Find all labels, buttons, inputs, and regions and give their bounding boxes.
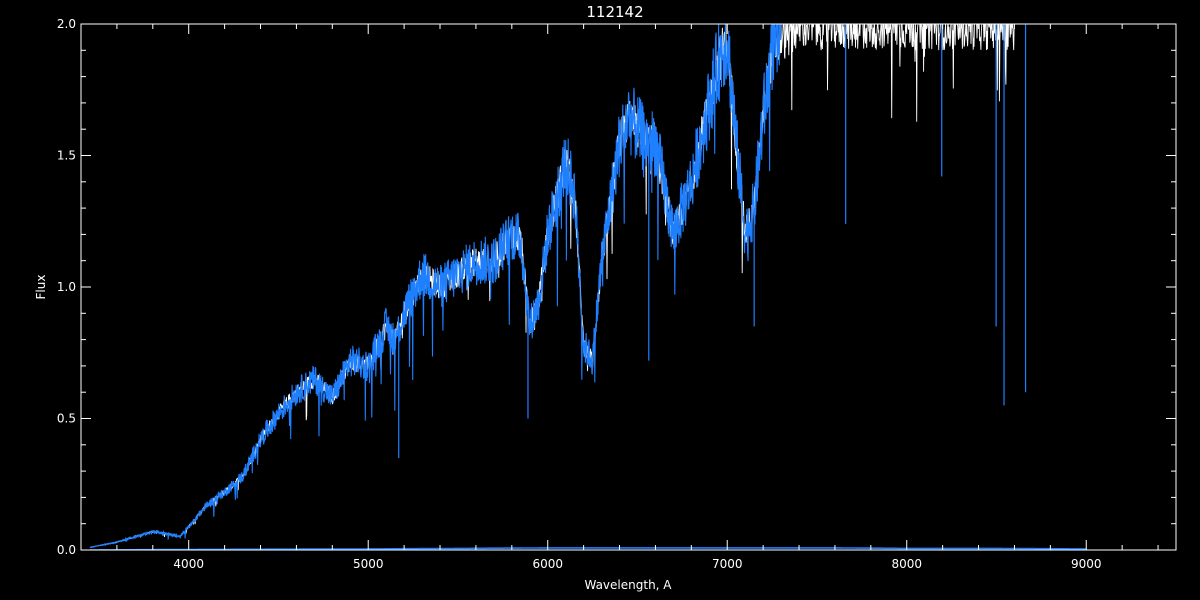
chart-title: 112142 — [586, 3, 643, 21]
y-axis-label: Flux — [34, 275, 48, 300]
y-tick-label: 0.5 — [57, 412, 76, 426]
spectrum-chart: 112142 4000 5000 6000 7000 8000 9000 0.0 0.5 1.0… — [0, 0, 1200, 600]
x-tick-label: 7000 — [712, 557, 743, 571]
x-tick-label: 6000 — [532, 557, 563, 571]
chart-background — [0, 0, 1200, 600]
x-tick-label: 5000 — [353, 557, 384, 571]
y-tick-label: 1.5 — [57, 149, 76, 163]
x-tick-label: 4000 — [173, 557, 204, 571]
x-axis-label: Wavelength, A — [584, 578, 672, 592]
x-tick-label: 9000 — [1071, 557, 1102, 571]
x-tick-label: 8000 — [891, 557, 922, 571]
y-tick-label: 2.0 — [57, 17, 76, 31]
y-tick-label: 1.0 — [57, 280, 76, 294]
y-tick-label: 0.0 — [57, 543, 76, 557]
